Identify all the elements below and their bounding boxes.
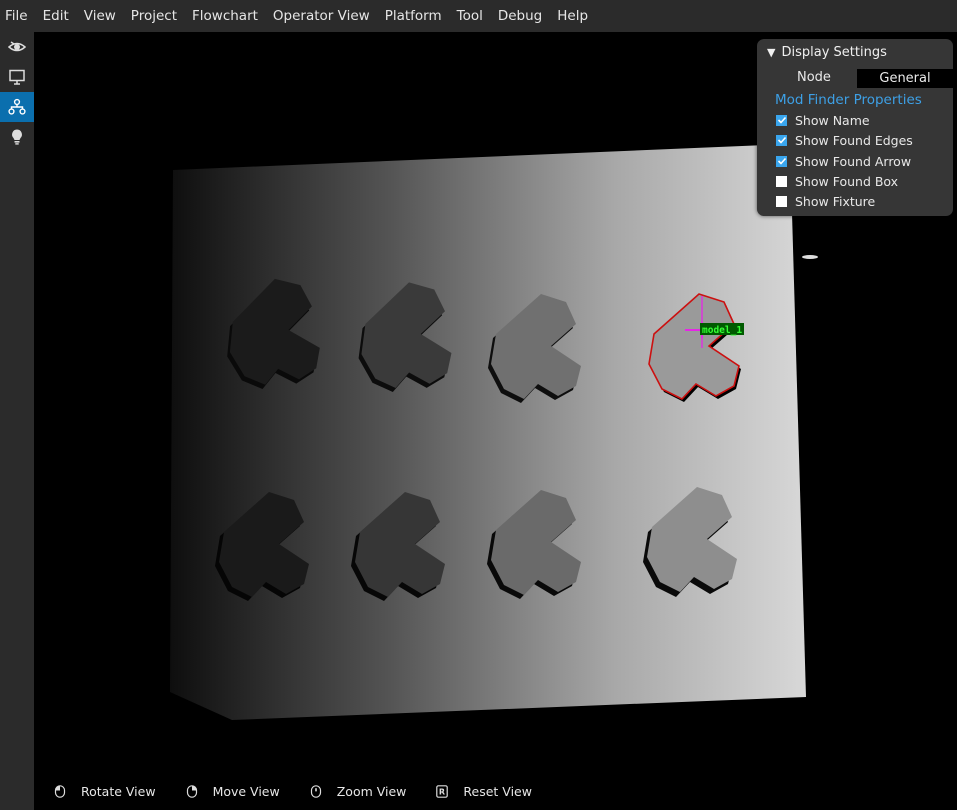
left-toolbar — [0, 32, 34, 810]
rotate-view-label: Rotate View — [81, 783, 156, 799]
menu-operator-view[interactable]: Operator View — [265, 0, 377, 32]
zoom-view-label: Zoom View — [336, 783, 407, 799]
view-help-bar: Rotate View Move View Zoom View R Reset … — [34, 778, 957, 804]
display-settings-header[interactable]: ▼ Display Settings — [767, 45, 887, 60]
check-icon — [777, 136, 786, 144]
node-label: Node — [797, 70, 831, 85]
show-fixture-label: Show Fixture — [795, 193, 876, 209]
reset-key-icon: R — [436, 784, 449, 798]
plate-surface — [170, 144, 806, 720]
lighting-button[interactable] — [0, 122, 34, 152]
node-select[interactable]: General — [857, 69, 953, 88]
show-name-checkbox[interactable] — [776, 114, 787, 126]
mouse-right-icon — [186, 784, 197, 798]
show-found-edges-label: Show Found Edges — [795, 132, 913, 148]
zoom-view-hint: Zoom View — [310, 783, 407, 799]
check-icon — [777, 116, 786, 124]
show-name-label: Show Name — [795, 112, 870, 128]
mouse-left-icon — [54, 784, 66, 798]
menu-project[interactable]: Project — [123, 0, 184, 32]
rotate-view-hint: Rotate View — [54, 784, 156, 799]
found-label-text: model_1 — [702, 325, 742, 336]
reset-view-label: Reset View — [463, 783, 532, 799]
move-view-label: Move View — [212, 783, 280, 799]
show-found-box-option[interactable]: Show Found Box — [776, 173, 898, 189]
collapse-triangle-icon: ▼ — [767, 46, 776, 59]
show-found-box-label: Show Found Box — [795, 173, 899, 189]
display-settings-title: Display Settings — [781, 45, 887, 60]
menu-debug[interactable]: Debug — [490, 0, 549, 32]
camera-eye-icon — [8, 41, 26, 52]
menu-bar: File Edit View Project Flowchart Operato… — [0, 0, 957, 32]
camera-view-button[interactable] — [0, 32, 34, 62]
show-name-option[interactable]: Show Name — [776, 112, 870, 128]
menu-file[interactable]: File — [0, 0, 35, 32]
noise-speck — [802, 255, 818, 259]
show-fixture-checkbox[interactable] — [776, 195, 787, 207]
show-found-arrow-option[interactable]: Show Found Arrow — [776, 153, 911, 169]
flowchart-view-button[interactable] — [0, 92, 34, 122]
menu-flowchart[interactable]: Flowchart — [185, 0, 266, 32]
show-found-arrow-label: Show Found Arrow — [795, 153, 912, 169]
show-found-edges-option[interactable]: Show Found Edges — [776, 132, 913, 148]
menu-help[interactable]: Help — [550, 0, 596, 32]
menu-view[interactable]: View — [76, 0, 123, 32]
mouse-wheel-icon — [310, 784, 321, 798]
menu-edit[interactable]: Edit — [35, 0, 76, 32]
node-row: Node General — [757, 69, 953, 88]
reset-view-hint: R Reset View — [436, 784, 532, 799]
lightbulb-icon — [12, 129, 22, 145]
show-found-box-checkbox[interactable] — [776, 175, 787, 187]
display-settings-panel: ▼ Display Settings Node General Mod Find… — [757, 39, 953, 216]
monitor-view-button[interactable] — [0, 62, 34, 92]
move-view-hint: Move View — [186, 784, 280, 799]
show-found-edges-checkbox[interactable] — [776, 134, 787, 146]
menu-tool[interactable]: Tool — [449, 0, 490, 32]
menu-platform[interactable]: Platform — [377, 0, 449, 32]
monitor-icon — [9, 69, 25, 85]
show-found-arrow-checkbox[interactable] — [776, 155, 787, 167]
flowchart-icon — [8, 98, 26, 115]
check-icon — [777, 157, 786, 165]
mod-finder-section-title: Mod Finder Properties — [775, 92, 922, 108]
show-fixture-option[interactable]: Show Fixture — [776, 193, 875, 209]
svg-text:R: R — [439, 787, 445, 796]
